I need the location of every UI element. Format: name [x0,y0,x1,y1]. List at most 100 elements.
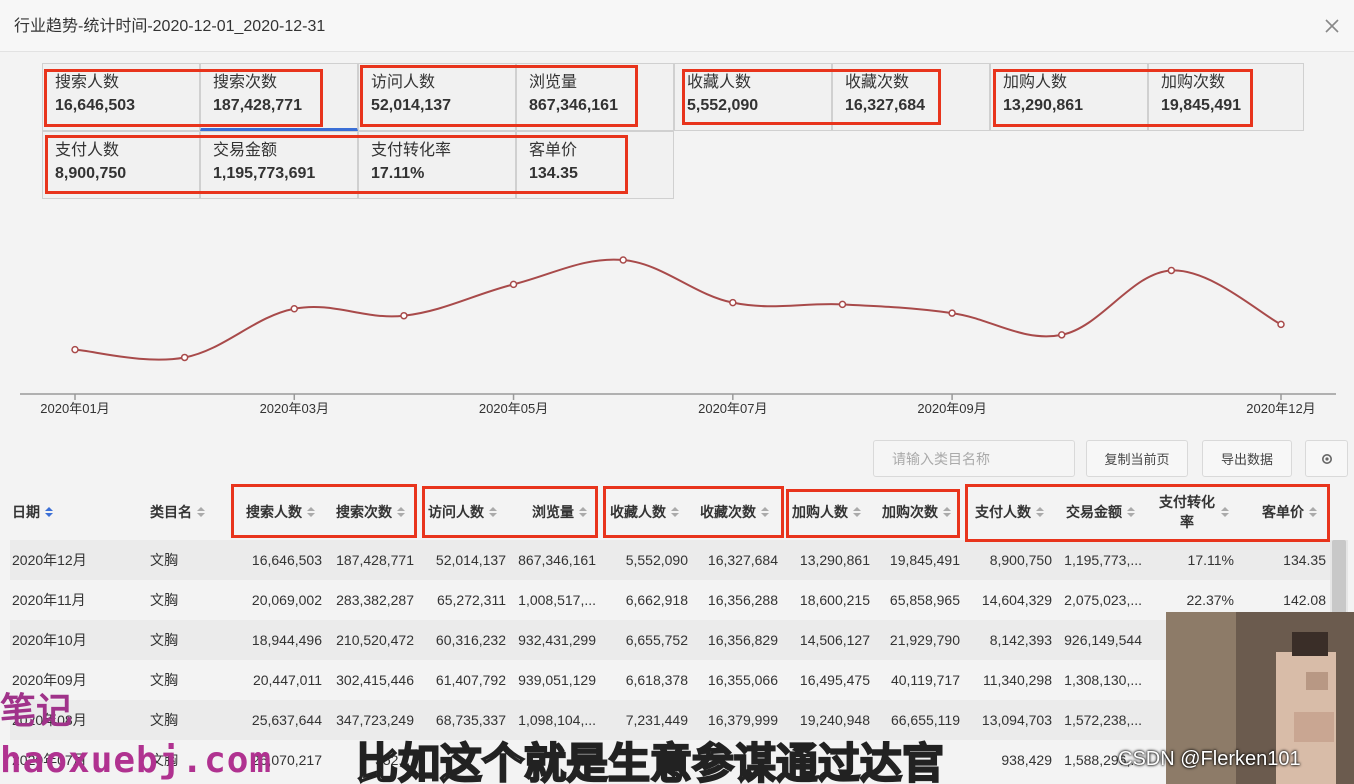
data-point[interactable] [71,345,79,354]
table-row[interactable]: 2020年12月 文胸 16,646,503 187,428,771 52,014,13… [10,540,1330,580]
header-label: 浏览量 [532,504,574,520]
header-label: 加购次数 [882,504,938,520]
data-point[interactable] [1277,320,1285,329]
data-point[interactable] [838,300,847,309]
metric-search-users[interactable]: 搜索人数 16,646,503 [42,63,200,131]
category-search-input[interactable] [873,440,1075,477]
cell-col-category: 文胸 [150,552,178,568]
header-col-fav-users[interactable]: 收藏人数 [610,484,680,540]
x-tick-label: 2020年05月 [479,401,548,416]
header-col-category[interactable]: 类目名 [150,484,206,540]
metric-label: 访问人数 [371,74,436,91]
metric-pay-users[interactable]: 支付人数 8,900,750 [42,131,200,199]
metric-visitors[interactable]: 访问人数 52,014,137 [358,63,516,131]
sort-icon[interactable] [1126,505,1136,519]
x-tick-label: 2020年03月 [260,401,329,416]
sort-icon[interactable] [578,505,588,519]
sort-icon[interactable] [852,505,862,519]
metric-trade-amount[interactable]: 交易金额 1,195,773,691 [200,131,358,199]
data-point[interactable] [1057,331,1066,339]
data-point[interactable] [619,256,627,264]
sort-icon[interactable] [396,505,406,519]
metric-label: 交易金额 [213,142,278,159]
x-tick-label: 2020年01月 [40,401,109,416]
metric-pay-conversion[interactable]: 支付转化率 17.11% [358,131,516,199]
cell-col-search-users: 20,069,002 [251,592,322,608]
header-col-avg-order[interactable]: 客单价 [1262,484,1318,540]
data-point[interactable] [180,353,189,362]
cell-col-cart-count: 40,119,717 [890,672,960,688]
dialog-title: 行业趋势-统计时间-2020-12-01_2020-12-31 [14,18,326,35]
sort-icon[interactable] [1308,505,1318,519]
sort-icon[interactable] [1035,505,1045,519]
metric-favorite-count[interactable]: 收藏次数 16,327,684 [832,63,990,131]
metric-favorite-users[interactable]: 收藏人数 5,552,090 [674,63,832,131]
cell-col-search-count: 283,382,287 [336,592,414,608]
header-col-trade-amount[interactable]: 交易金额 [1066,484,1136,540]
close-icon[interactable] [1322,16,1342,36]
header-col-search-count[interactable]: 搜索次数 [336,484,406,540]
data-point[interactable] [400,311,408,320]
header-col-pageviews[interactable]: 浏览量 [532,484,588,540]
header-col-fav-count[interactable]: 收藏次数 [700,484,770,540]
cell-col-fav-users: 6,618,378 [625,672,688,688]
metric-label: 搜索人数 [55,74,120,91]
cell-col-search-users: 20,447,011 [252,672,322,688]
sort-icon[interactable] [196,505,206,519]
header-col-pay-conversion[interactable]: 支付转化率 [1158,484,1230,540]
dialog-titlebar: 行业趋势-统计时间-2020-12-01_2020-12-31 [0,0,1354,52]
metric-cart-count[interactable]: 加购次数 19,845,491 [1148,63,1304,131]
sort-icon[interactable] [670,505,680,519]
cell-col-fav-users: 6,655,752 [625,632,688,648]
sort-icon[interactable] [942,505,952,519]
header-label: 收藏次数 [700,504,756,520]
cell-col-fav-count: 16,327,684 [707,552,778,568]
cell-col-cart-count: 21,929,790 [889,632,960,648]
table-row[interactable]: 2020年09月 文胸 20,447,011 302,415,446 61,407,79… [10,660,1330,700]
cell-col-trade-amount: 1,308,130,... [1064,672,1142,688]
data-point[interactable] [290,304,299,313]
sort-icon[interactable] [1220,505,1230,519]
header-label: 类目名 [150,504,192,520]
sort-icon[interactable] [44,505,54,519]
scrollbar-thumb[interactable] [1332,540,1346,620]
export-data-button[interactable]: 导出数据 [1202,440,1292,477]
header-col-cart-users[interactable]: 加购人数 [792,484,862,540]
settings-button[interactable] [1305,440,1348,477]
table-row[interactable]: 2020年10月 文胸 18,944,496 210,520,472 60,316,23… [10,620,1330,660]
header-label: 搜索人数 [246,504,302,520]
header-col-pay-users[interactable]: 支付人数 [975,484,1045,540]
data-point[interactable] [729,298,737,307]
metric-label: 搜索次数 [213,74,278,91]
metric-avg-order[interactable]: 客单价 134.35 [516,131,674,199]
data-point[interactable] [948,309,956,317]
metric-value: 52,014,137 [371,97,452,114]
cell-col-pay-conversion: 17.11% [1187,552,1234,568]
metric-value: 5,552,090 [687,97,759,114]
cell-col-visitors: 61,407,792 [435,672,506,688]
cell-col-pageviews: 932,431,299 [518,632,596,648]
sort-icon[interactable] [760,505,770,519]
sort-icon[interactable] [488,505,498,519]
cell-col-fav-users: 5,552,090 [625,552,688,568]
cell-col-search-count: 210,520,472 [336,632,414,648]
header-col-search-users[interactable]: 搜索人数 [246,484,316,540]
cell-col-category: 文胸 [150,672,178,688]
sort-icon[interactable] [306,505,316,519]
header-label: 搜索次数 [336,504,392,520]
cell-col-category: 文胸 [150,632,178,648]
header-col-date[interactable]: 日期 [12,484,54,540]
data-point[interactable] [1167,266,1176,275]
header-col-cart-count[interactable]: 加购次数 [882,484,952,540]
metric-search-count[interactable]: 搜索次数 187,428,771 [200,63,358,131]
metric-pageviews[interactable]: 浏览量 867,346,161 [516,63,674,131]
cell-col-visitors: 65,272,311 [436,592,506,608]
metric-cart-users[interactable]: 加购人数 13,290,861 [990,63,1148,131]
data-point[interactable] [509,280,518,289]
table-row[interactable]: 2020年11月 文胸 20,069,002 283,382,287 65,272,31… [10,580,1330,620]
copy-page-button[interactable]: 复制当前页 [1086,440,1188,477]
x-tick-label: 2020年12月 [1246,401,1315,416]
header-col-visitors[interactable]: 访问人数 [428,484,498,540]
metric-label: 支付人数 [55,142,120,159]
cell-col-pageviews: 939,051,129 [518,672,596,688]
